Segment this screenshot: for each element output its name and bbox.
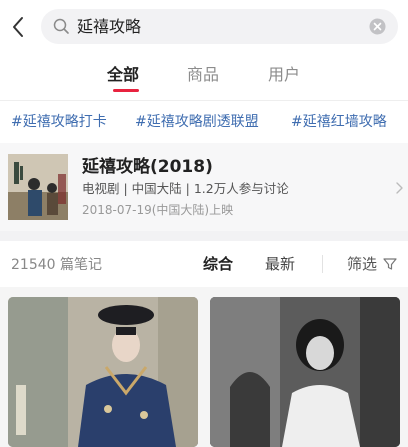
note-cover-image[interactable] — [8, 297, 198, 447]
hashtag-strip[interactable]: #延禧攻略打卡 #延禧攻略剧透联盟 #延禧红墙攻略 — [0, 101, 408, 143]
drama-card[interactable]: 延禧攻略(2018) 电视剧 | 中国大陆 | 1.2万人参与讨论 2018-0… — [0, 143, 408, 231]
search-bar-row: 延禧攻略 — [0, 0, 408, 54]
divider — [322, 255, 323, 273]
clear-icon[interactable] — [369, 18, 386, 35]
tab-products[interactable]: 商品 — [187, 65, 219, 85]
note-cover-image[interactable] — [210, 297, 400, 447]
filter-funnel-icon[interactable] — [383, 257, 397, 271]
search-query-text: 延禧攻略 — [77, 17, 142, 36]
search-input[interactable]: 延禧攻略 — [41, 9, 398, 44]
hashtag-chip[interactable]: #延禧攻略剧透联盟 — [135, 113, 259, 131]
sort-general-button[interactable]: 综合 — [203, 255, 233, 274]
drama-release-date: 2018-07-19(中国大陆)上映 — [82, 203, 234, 217]
section-gap — [0, 231, 408, 241]
tab-all[interactable]: 全部 — [107, 65, 139, 85]
result-tabs: 全部 商品 用户 — [0, 56, 408, 100]
drama-poster-image — [8, 154, 68, 220]
tab-users[interactable]: 用户 — [268, 65, 300, 85]
notes-filter-bar: 21540 篇笔记 综合 最新 筛选 — [0, 241, 408, 287]
filter-button[interactable]: 筛选 — [347, 255, 377, 274]
back-arrow-icon[interactable] — [8, 14, 30, 40]
search-icon — [53, 18, 69, 34]
hashtag-chip[interactable]: #延禧红墙攻略 — [291, 113, 387, 131]
chevron-right-icon — [396, 182, 403, 194]
active-tab-indicator — [113, 89, 139, 92]
sort-latest-button[interactable]: 最新 — [265, 255, 295, 274]
hashtag-chip[interactable]: #延禧攻略打卡 — [11, 113, 107, 131]
notes-count: 21540 篇笔记 — [11, 257, 102, 273]
drama-title: 延禧攻略(2018) — [82, 157, 213, 177]
drama-meta: 电视剧 | 中国大陆 | 1.2万人参与讨论 — [82, 181, 289, 196]
